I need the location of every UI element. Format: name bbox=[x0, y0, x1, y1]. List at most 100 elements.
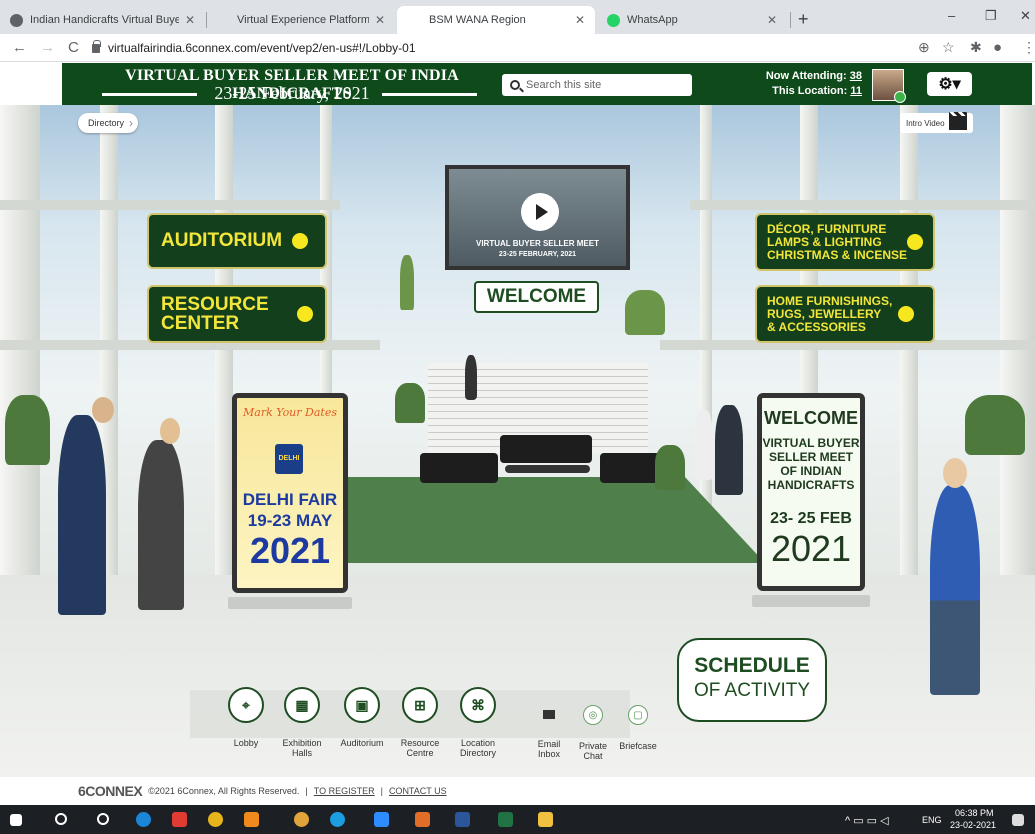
auditorium-button[interactable]: AUDITORIUM bbox=[147, 213, 327, 269]
standee-line4: HANDICRAFTS bbox=[767, 478, 855, 492]
nav-location-directory[interactable]: ⌘ Location Directory bbox=[446, 687, 510, 758]
nav-label: Private Chat bbox=[578, 741, 607, 761]
contact-us-link[interactable]: CONTACT US bbox=[389, 786, 447, 796]
now-attending-label: Now Attending: bbox=[765, 70, 847, 82]
close-tab-icon[interactable]: ✕ bbox=[185, 13, 195, 27]
extensions-icon[interactable]: ✱ bbox=[970, 39, 982, 56]
cortana-icon[interactable] bbox=[97, 813, 109, 825]
welcome-standee[interactable]: WELCOME VIRTUAL BUYER SELLER MEET OF IND… bbox=[757, 393, 865, 591]
browser-tab[interactable]: Indian Handicrafts Virtual Buyer- ✕ bbox=[0, 6, 205, 34]
footer-separator: | bbox=[380, 786, 383, 796]
new-tab-button[interactable]: + bbox=[798, 9, 809, 30]
profile-icon[interactable]: ● bbox=[993, 39, 1002, 56]
this-location-count[interactable]: 11 bbox=[850, 85, 862, 97]
clock-date[interactable]: 23-02-2021 bbox=[950, 820, 996, 830]
delhi-fair-standee[interactable]: Mark Your Dates DELHI DELHI FAIR 19-23 M… bbox=[232, 393, 348, 593]
close-tab-icon[interactable]: ✕ bbox=[575, 13, 585, 27]
zoom-icon[interactable] bbox=[374, 812, 389, 827]
resource-icon: ⊞ bbox=[402, 687, 438, 723]
nav-resource-centre[interactable]: ⊞ Resource Centre bbox=[388, 687, 452, 758]
indicator-dot-icon bbox=[292, 233, 309, 249]
language-indicator[interactable]: ENG bbox=[922, 815, 942, 825]
nav-exhibition-halls[interactable]: ▦ Exhibition Halls bbox=[270, 687, 334, 758]
edge-icon[interactable] bbox=[136, 812, 151, 827]
tab-title: Indian Handicrafts Virtual Buyer- bbox=[30, 14, 179, 26]
outlook-icon[interactable] bbox=[415, 812, 430, 827]
clock-time[interactable]: 06:38 PM bbox=[955, 808, 994, 818]
standee-line2: SELLER MEET bbox=[768, 450, 853, 464]
bookmark-star-icon[interactable]: ☆ bbox=[942, 39, 955, 56]
video-caption-line1: VIRTUAL BUYER SELLER MEET bbox=[476, 239, 599, 248]
close-tab-icon[interactable]: ✕ bbox=[375, 13, 385, 27]
tray-icons[interactable]: ^ ▭ ▭ ◁ bbox=[845, 814, 889, 827]
browser-tab-active[interactable]: BSM WANA Region ✕ bbox=[397, 6, 595, 34]
standee-line3: OF INDIAN bbox=[780, 464, 842, 478]
indicator-dot-icon bbox=[898, 306, 915, 322]
minimize-button[interactable]: – bbox=[948, 8, 955, 23]
decor-hall-label: DÉCOR, FURNITURE LAMPS & LIGHTING CHRIST… bbox=[767, 221, 908, 262]
windows-taskbar: ^ ▭ ▭ ◁ ENG 06:38 PM 23-02-2021 bbox=[0, 805, 1035, 834]
restore-button[interactable]: ❐ bbox=[985, 8, 997, 24]
schedule-line2: OF ACTIVITY bbox=[693, 680, 811, 701]
word-icon[interactable] bbox=[455, 812, 470, 827]
resource-center-button[interactable]: RESOURCE CENTER bbox=[147, 285, 327, 343]
app-icon[interactable] bbox=[172, 812, 187, 827]
forward-button[interactable]: → bbox=[40, 39, 55, 56]
vlc-icon[interactable] bbox=[244, 812, 259, 827]
nav-email-inbox[interactable]: Email Inbox bbox=[529, 705, 569, 759]
file-explorer-icon[interactable] bbox=[538, 812, 553, 827]
search-input[interactable]: Search this site bbox=[502, 74, 692, 96]
close-tab-icon[interactable]: ✕ bbox=[767, 13, 777, 27]
nav-auditorium[interactable]: ▣ Auditorium bbox=[330, 687, 394, 748]
notification-icon[interactable] bbox=[1012, 814, 1024, 826]
home-furnishings-button[interactable]: HOME FURNISHINGS, RUGS, JEWELLERY & ACCE… bbox=[755, 285, 935, 343]
nav-label: Location Directory bbox=[459, 738, 496, 758]
browser-tab[interactable]: WhatsApp ✕ bbox=[597, 6, 787, 34]
auditorium-icon: ▣ bbox=[344, 687, 380, 723]
nav-private-chat[interactable]: ◎ Private Chat bbox=[573, 705, 613, 761]
decor-hall-button[interactable]: DÉCOR, FURNITURE LAMPS & LIGHTING CHRIST… bbox=[755, 213, 935, 271]
auditorium-label: AUDITORIUM bbox=[161, 230, 283, 251]
video-caption-line2: 23-25 FEBRUARY, 2021 bbox=[498, 251, 577, 258]
browser-tab[interactable]: Virtual Experience Platform Cont ✕ bbox=[207, 6, 395, 34]
whatsapp-icon bbox=[607, 13, 620, 27]
schedule-of-activity-button[interactable]: SCHEDULE OF ACTIVITY bbox=[677, 638, 827, 722]
browser-tab-strip: Indian Handicrafts Virtual Buyer- ✕ Virt… bbox=[0, 0, 1035, 34]
menu-dots-icon[interactable]: ⋮ bbox=[1022, 39, 1035, 56]
nav-briefcase[interactable]: ▢ Briefcase bbox=[618, 705, 658, 751]
person-figure bbox=[58, 415, 106, 615]
welcome-sign: WELCOME bbox=[474, 281, 599, 313]
play-icon[interactable] bbox=[521, 193, 559, 231]
tab-title: Virtual Experience Platform Cont bbox=[237, 14, 369, 26]
reload-button[interactable]: C bbox=[68, 39, 79, 56]
search-icon[interactable] bbox=[55, 813, 67, 825]
back-button[interactable]: ← bbox=[12, 39, 27, 56]
tab-title: BSM WANA Region bbox=[429, 14, 526, 26]
attendance-info: Now Attending: 38 This Location: 11 bbox=[752, 69, 862, 99]
excel-icon[interactable] bbox=[498, 812, 513, 827]
settings-button[interactable]: ⚙▾ bbox=[927, 72, 972, 96]
building-icon: ▦ bbox=[284, 687, 320, 723]
indicator-dot-icon bbox=[907, 234, 923, 250]
directory-button[interactable]: Directory bbox=[78, 113, 139, 133]
avatar[interactable] bbox=[872, 69, 906, 103]
chrome-icon[interactable] bbox=[208, 812, 223, 827]
nav-label: Email Inbox bbox=[537, 739, 561, 759]
skype-icon[interactable] bbox=[330, 812, 345, 827]
url-field[interactable]: virtualfairindia.6connex.com/event/vep2/… bbox=[92, 37, 862, 59]
person-figure bbox=[465, 355, 477, 400]
zoom-icon[interactable]: ⊕ bbox=[918, 39, 930, 56]
chat-icon: ◎ bbox=[583, 705, 603, 725]
video-player[interactable]: VIRTUAL BUYER SELLER MEET 23-25 FEBRUARY… bbox=[445, 165, 630, 270]
nav-lobby[interactable]: ⌖ Lobby bbox=[214, 687, 278, 748]
intro-video-button[interactable]: Intro Video bbox=[900, 112, 973, 133]
windows-start-icon[interactable] bbox=[10, 814, 22, 826]
register-link[interactable]: TO REGISTER bbox=[314, 786, 375, 796]
lock-icon bbox=[92, 39, 101, 53]
chrome-icon[interactable] bbox=[294, 812, 309, 827]
standee-welcome: WELCOME bbox=[764, 408, 858, 428]
now-attending-count[interactable]: 38 bbox=[850, 70, 862, 82]
nav-label: Lobby bbox=[233, 738, 259, 748]
close-window-button[interactable]: ✕ bbox=[1020, 8, 1031, 24]
globe-icon bbox=[10, 13, 23, 27]
